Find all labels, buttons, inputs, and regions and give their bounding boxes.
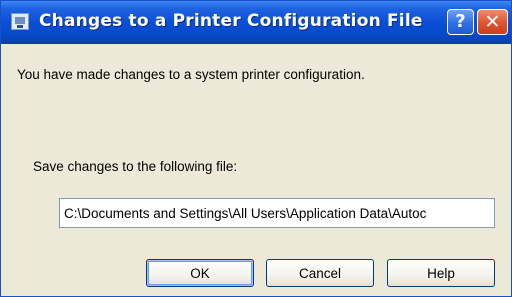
close-icon[interactable]: ✕	[477, 9, 508, 35]
help-button[interactable]: Help	[387, 259, 495, 287]
cancel-button[interactable]: Cancel	[266, 259, 374, 287]
ok-button[interactable]: OK	[146, 259, 254, 287]
help-icon[interactable]: ?	[447, 9, 474, 35]
title-bar[interactable]: Changes to a Printer Configuration File …	[1, 1, 511, 44]
save-file-label: Save changes to the following file:	[33, 159, 238, 174]
printer-config-dialog: Changes to a Printer Configuration File …	[0, 0, 512, 297]
file-path-field[interactable]	[59, 198, 495, 228]
changes-message: You have made changes to a system printe…	[17, 67, 365, 82]
printer-config-icon	[11, 13, 29, 30]
dialog-title: Changes to a Printer Configuration File	[39, 11, 423, 31]
